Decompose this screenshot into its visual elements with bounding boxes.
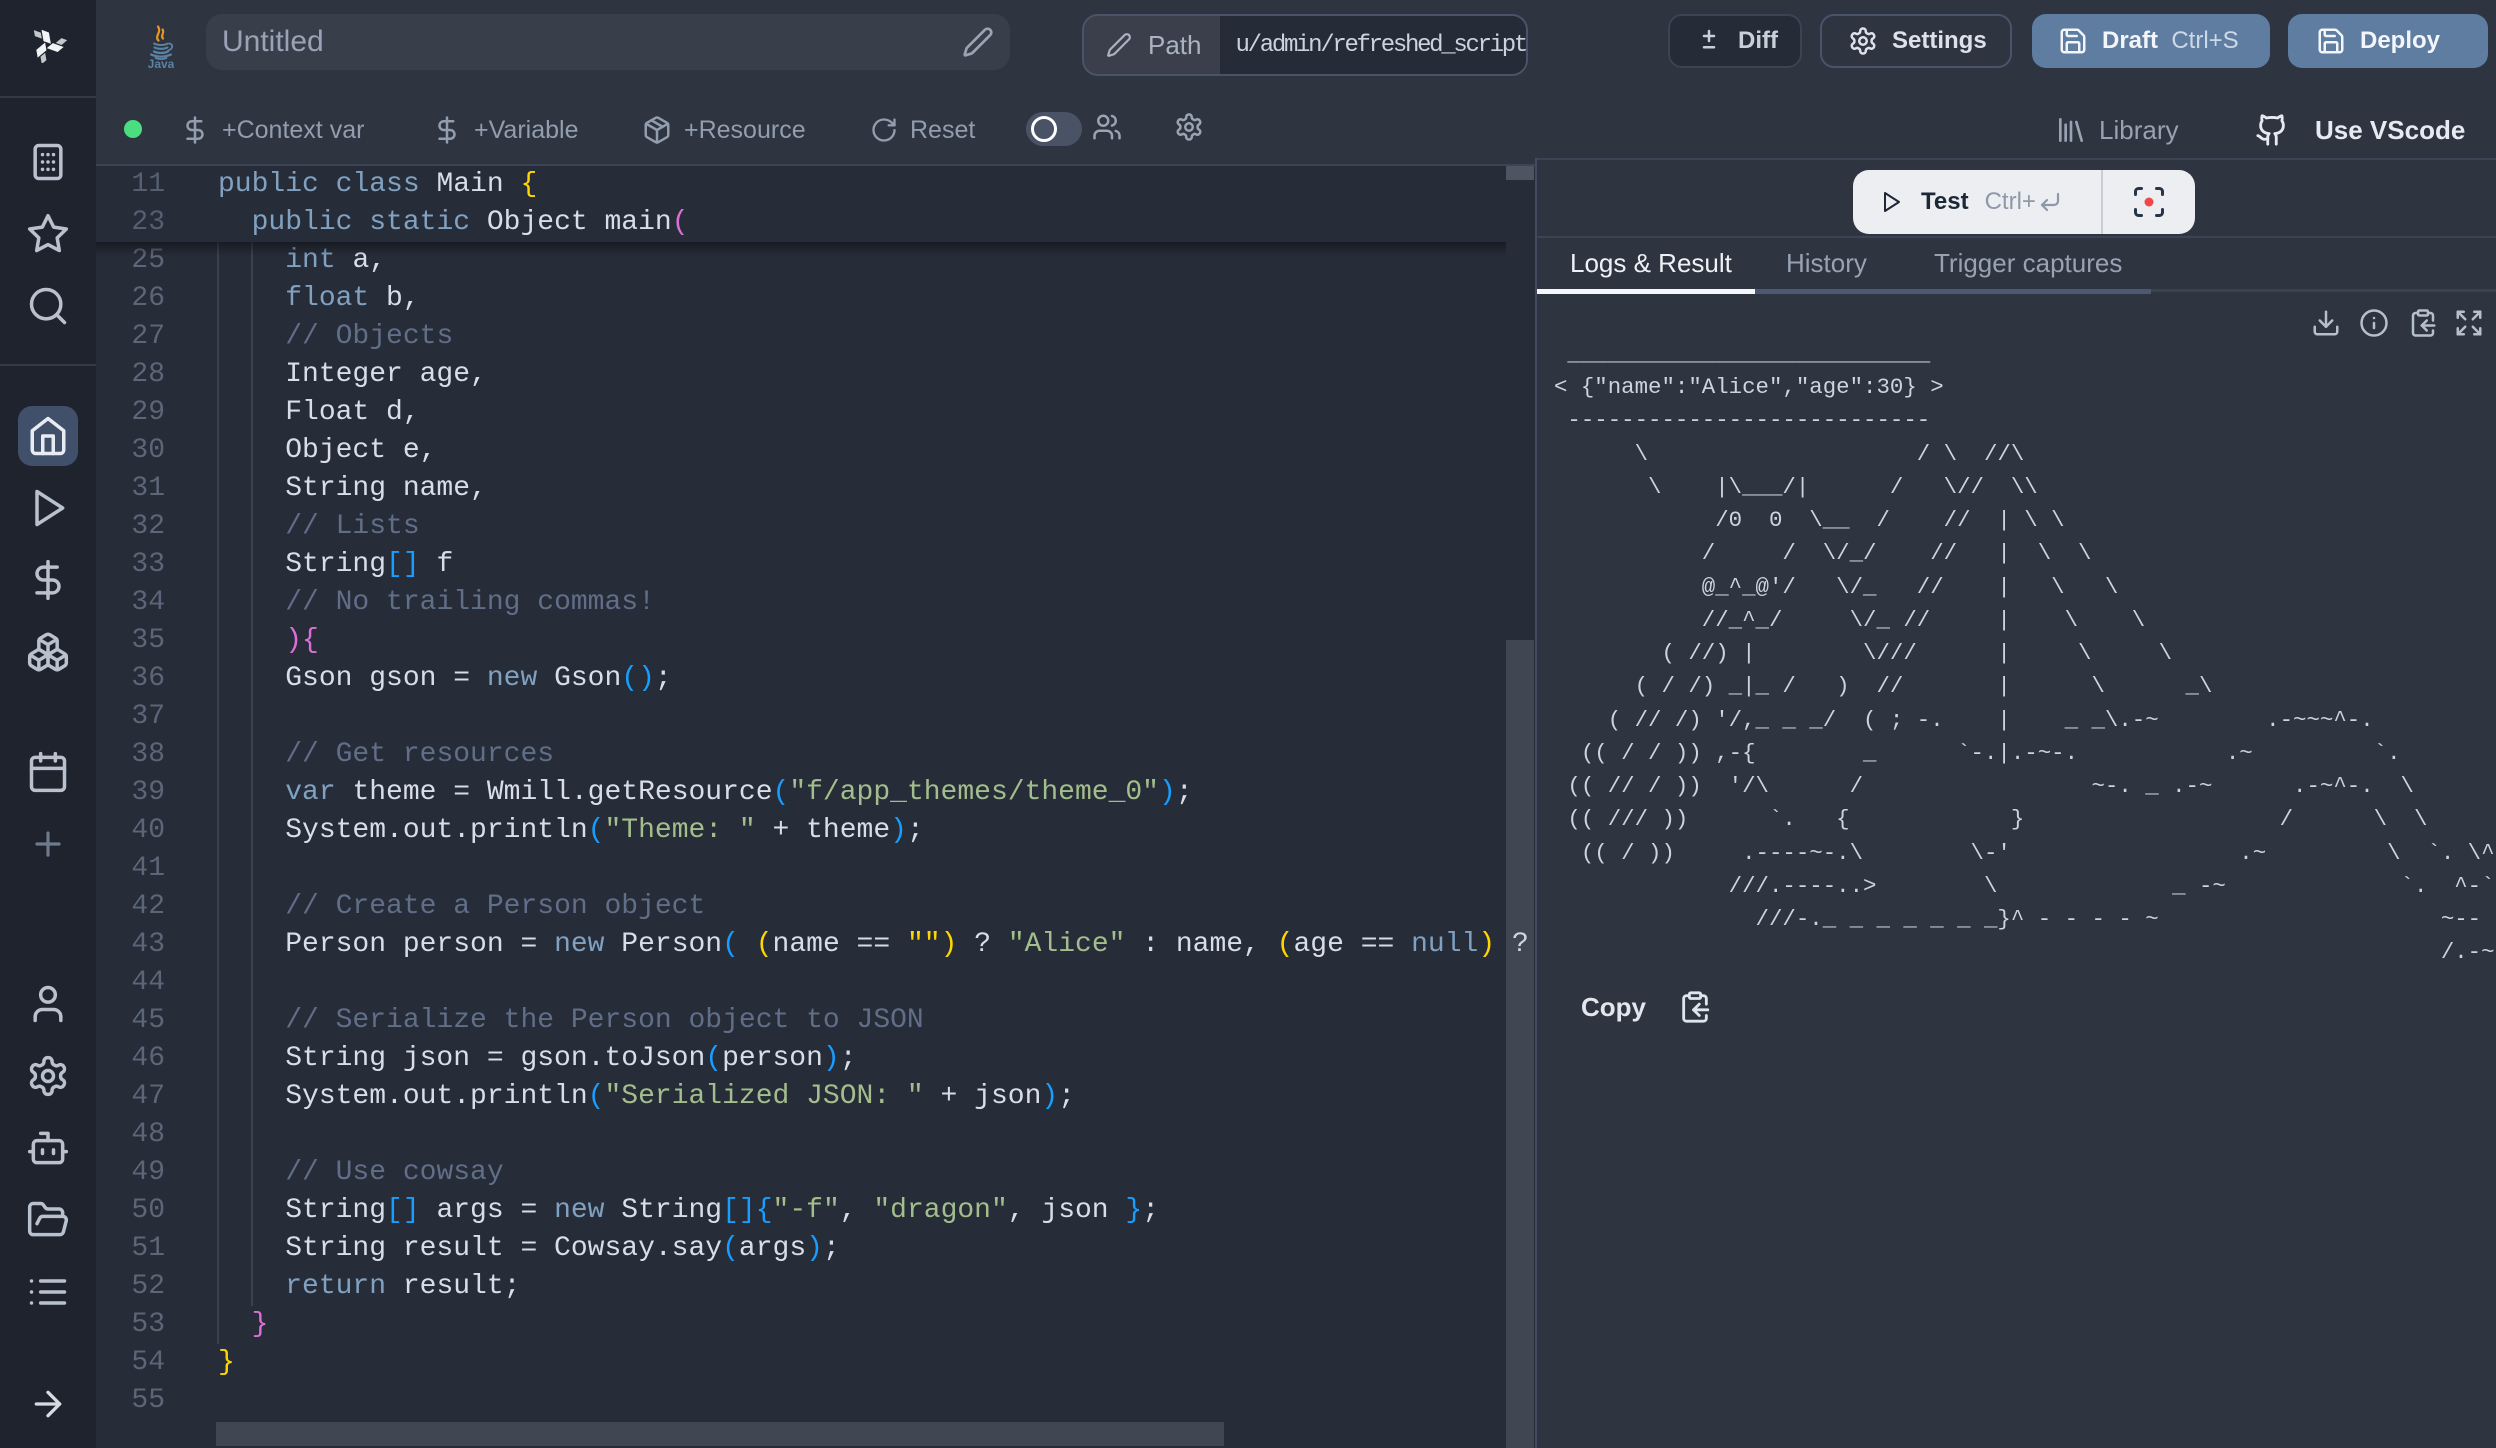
svg-text:Java: Java — [148, 57, 174, 68]
